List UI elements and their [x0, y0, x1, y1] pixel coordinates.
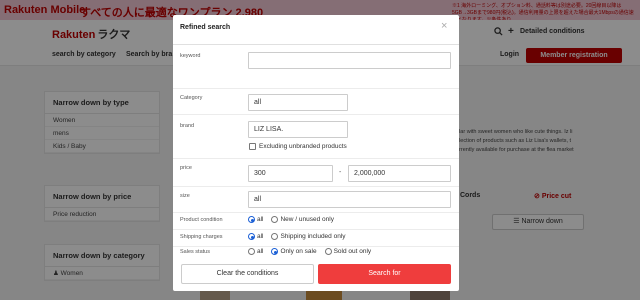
refined-search-modal: Refined search × keyword Category all br… [173, 15, 459, 291]
brand-label: brand [180, 123, 195, 129]
shipping-included-option[interactable]: Shipping included only [271, 233, 346, 240]
keyword-input[interactable] [248, 52, 451, 69]
category-label: Category [180, 95, 203, 101]
status-all-option[interactable]: all [248, 248, 264, 255]
radio-icon[interactable] [248, 248, 255, 255]
close-icon[interactable]: × [441, 20, 447, 32]
category-select[interactable]: all [248, 94, 348, 111]
clear-conditions-button[interactable]: Clear the conditions [181, 264, 314, 284]
radio-icon[interactable] [271, 233, 279, 240]
shipping-charges-label: Shipping charges [180, 234, 223, 240]
size-label: size [180, 193, 190, 199]
search-button[interactable]: Search for [318, 264, 451, 284]
condition-all-option[interactable]: all [248, 216, 264, 223]
radio-selected-icon[interactable] [248, 216, 255, 223]
sales-status-row: Sales status all Only on sale Sold out o… [173, 247, 459, 261]
radio-selected-icon[interactable] [248, 233, 255, 240]
keyword-row: keyword [173, 45, 459, 89]
radio-selected-icon[interactable] [271, 248, 279, 255]
price-label: price [180, 165, 192, 171]
sales-status-label: Sales status [180, 249, 210, 255]
exclude-unbranded-checkbox[interactable] [249, 143, 256, 150]
price-row: price 300 - 2,000,000 [173, 159, 459, 187]
price-min-input[interactable]: 300 [248, 165, 333, 182]
shipping-charges-row: Shipping charges all Shipping included o… [173, 230, 459, 247]
product-condition-label: Product condition [180, 217, 223, 223]
price-separator: - [339, 169, 342, 176]
size-select[interactable]: all [248, 191, 451, 208]
condition-new-option[interactable]: New / unused only [271, 216, 334, 223]
brand-input[interactable]: LIZ LISA. [248, 121, 348, 138]
status-on-sale-option[interactable]: Only on sale [271, 248, 317, 255]
keyword-label: keyword [180, 53, 201, 59]
modal-title: Refined search [180, 24, 231, 31]
product-condition-row: Product condition all New / unused only [173, 213, 459, 230]
radio-icon[interactable] [324, 248, 332, 255]
exclude-unbranded-option[interactable]: Excluding unbranded products [249, 143, 347, 150]
radio-icon[interactable] [271, 216, 279, 223]
size-row: size all [173, 187, 459, 213]
brand-row: brand LIZ LISA. Excluding unbranded prod… [173, 115, 459, 159]
category-row: Category all [173, 89, 459, 115]
price-max-input[interactable]: 2,000,000 [348, 165, 451, 182]
shipping-all-option[interactable]: all [248, 233, 264, 240]
status-sold-out-option[interactable]: Sold out only [324, 248, 371, 255]
